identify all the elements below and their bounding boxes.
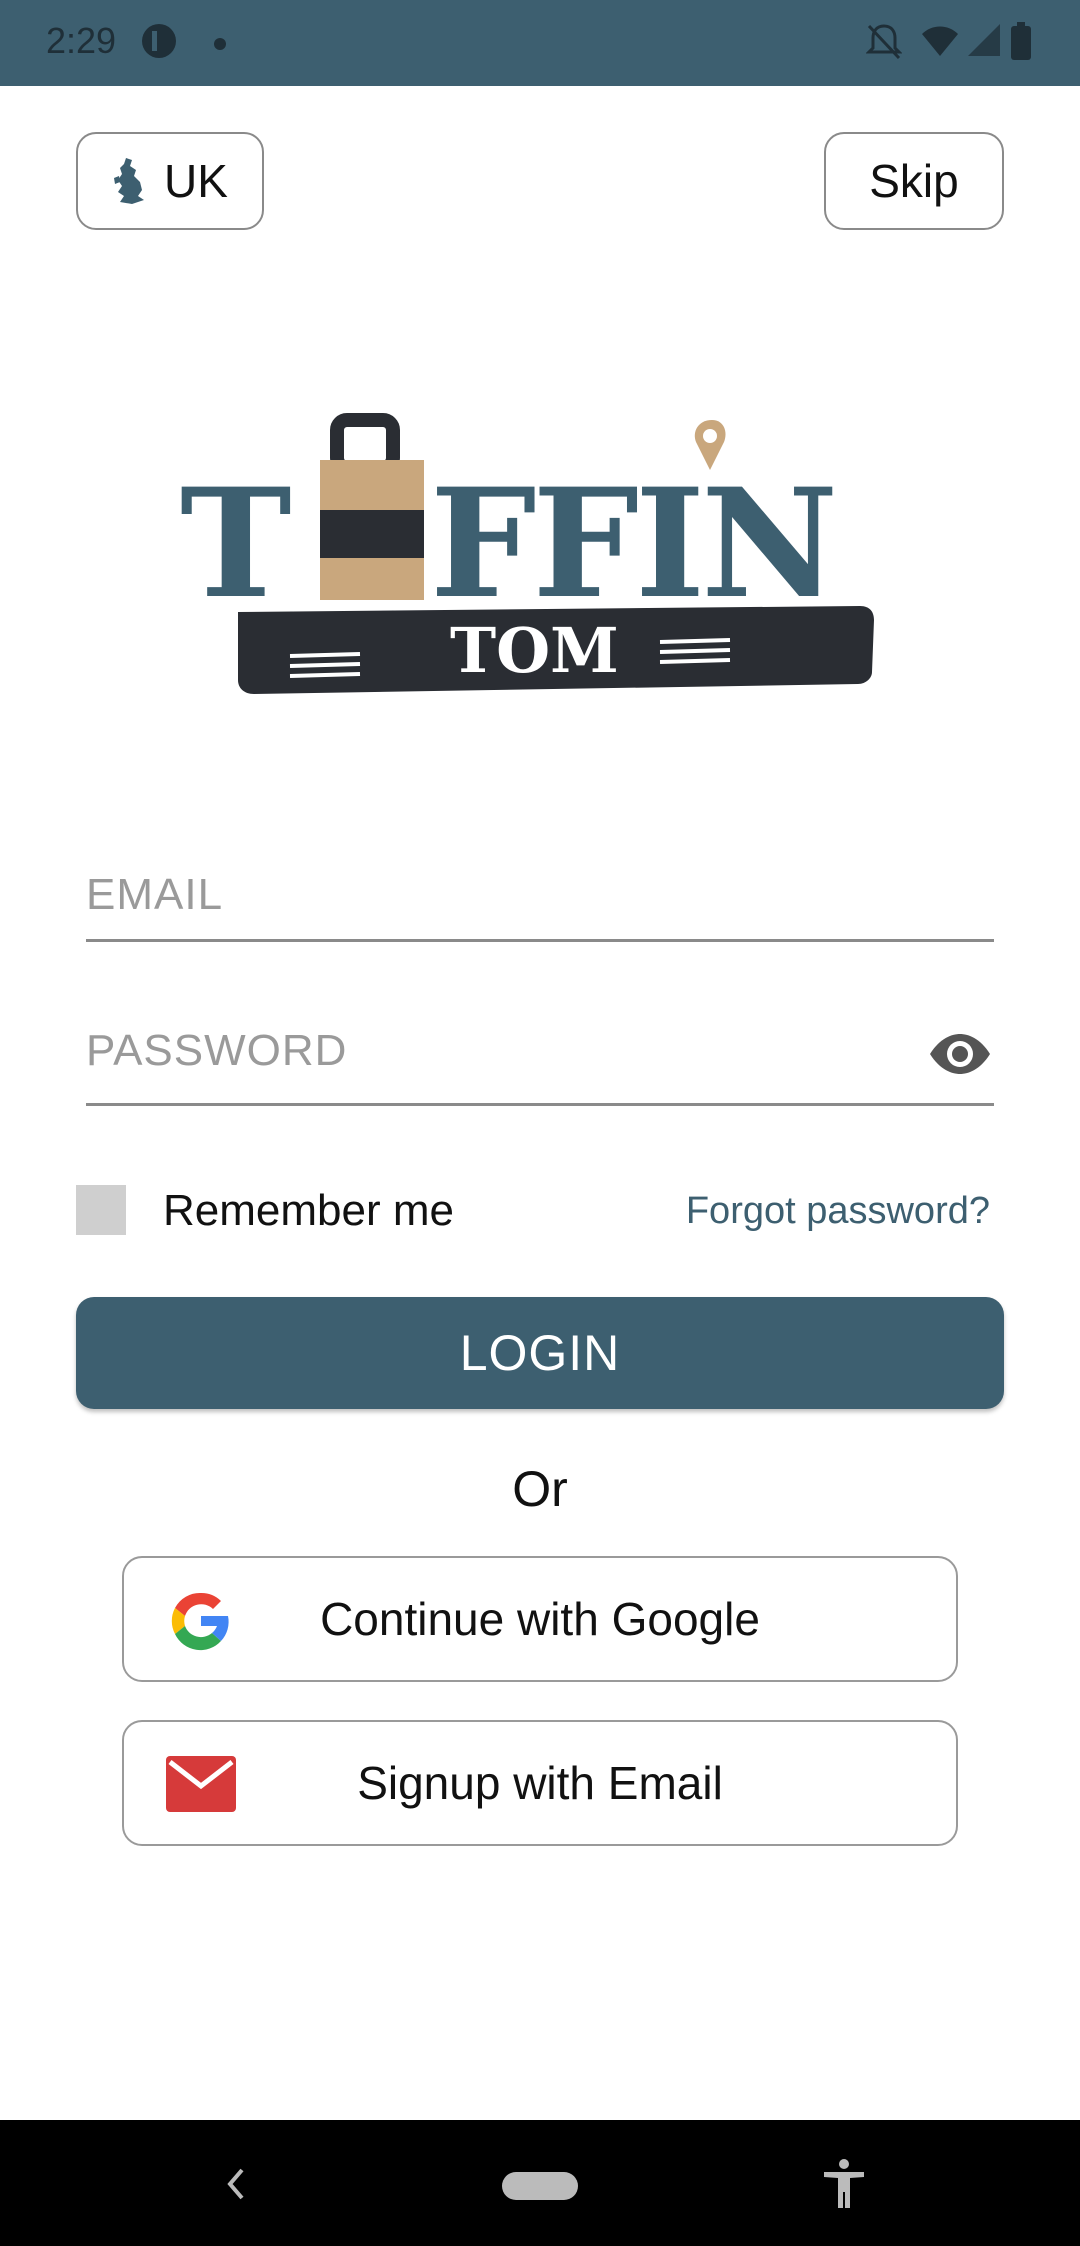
svg-text:FFIN: FFIN: [430, 456, 834, 632]
password-placeholder: PASSWORD: [86, 1026, 348, 1075]
battery-icon: [1010, 22, 1032, 67]
app-indicator-icon: [140, 22, 178, 65]
email-field[interactable]: EMAIL: [86, 860, 994, 942]
back-icon[interactable]: [222, 2164, 248, 2209]
home-pill-icon[interactable]: [502, 2172, 578, 2205]
remember-checkbox[interactable]: [76, 1185, 126, 1235]
remember-label: Remember me: [163, 1186, 454, 1235]
uk-map-icon: [112, 156, 146, 206]
region-button[interactable]: UK: [76, 132, 264, 230]
eye-icon[interactable]: [928, 1032, 992, 1081]
continue-google-button[interactable]: Continue with Google: [122, 1556, 958, 1682]
wifi-icon: [920, 22, 960, 63]
region-label: UK: [164, 155, 228, 207]
tiffin-tom-logo: T FFIN TOM: [180, 410, 900, 710]
status-bar: 2:29: [0, 0, 1080, 86]
forgot-password-link[interactable]: Forgot password?: [686, 1190, 990, 1233]
logo-bottom-text: TOM: [450, 614, 619, 687]
email-signup-label: Signup with Email: [357, 1757, 723, 1809]
email-placeholder: EMAIL: [86, 870, 224, 919]
skip-label: Skip: [869, 155, 959, 207]
dot-icon: [214, 37, 226, 55]
navigation-bar: [0, 2120, 1080, 2246]
skip-button[interactable]: Skip: [824, 132, 1004, 230]
status-time: 2:29: [46, 20, 117, 61]
login-label: LOGIN: [459, 1325, 621, 1381]
google-label: Continue with Google: [320, 1593, 760, 1645]
login-button[interactable]: LOGIN: [76, 1297, 1004, 1409]
or-divider-label: Or: [512, 1461, 568, 1517]
accessibility-icon[interactable]: [822, 2158, 866, 2215]
signup-email-button[interactable]: Signup with Email: [122, 1720, 958, 1846]
svg-text:T: T: [180, 456, 292, 632]
notifications-off-icon: [865, 22, 903, 67]
password-field[interactable]: PASSWORD: [86, 1010, 994, 1106]
signal-icon: [966, 22, 1002, 63]
